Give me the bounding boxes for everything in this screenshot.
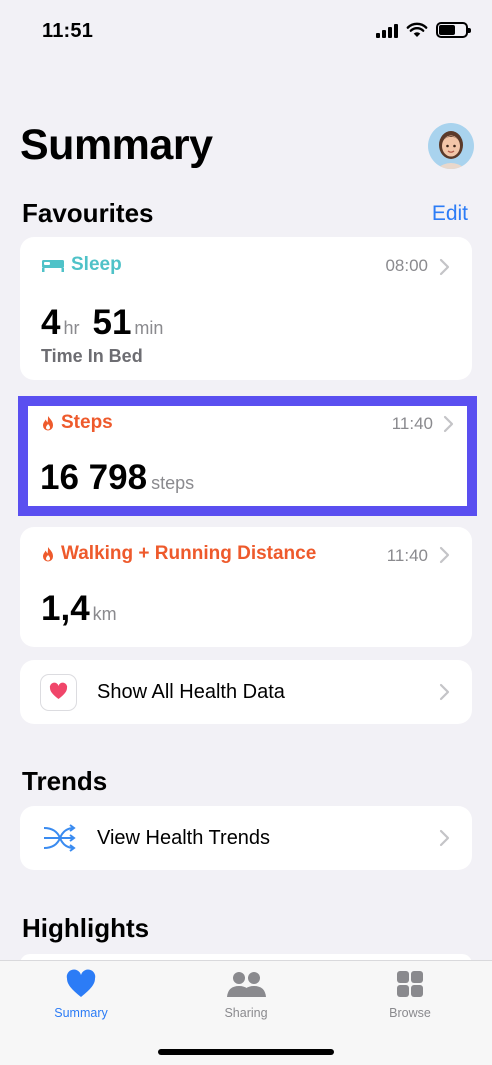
sleep-card[interactable]: Sleep 08:00 4 hr 51 min Time In Bed: [20, 237, 472, 380]
tab-browse[interactable]: Browse: [350, 969, 470, 1020]
trends-icon: [43, 824, 76, 852]
steps-card-title: Steps: [61, 412, 113, 433]
sleep-card-time: 08:00: [385, 256, 428, 275]
sleep-minutes-unit: min: [134, 318, 164, 338]
steps-card[interactable]: Steps 11:40 16 798 steps: [18, 396, 477, 516]
steps-value-row: 16 798 steps: [40, 458, 194, 498]
distance-card-title: Walking + Running Distance: [61, 543, 317, 564]
cellular-signal-icon: [376, 22, 398, 38]
people-icon: [227, 972, 266, 997]
profile-avatar[interactable]: [428, 123, 474, 169]
home-indicator[interactable]: [158, 1049, 334, 1055]
sleep-hours-unit: hr: [63, 318, 80, 338]
sleep-card-header: Sleep: [41, 254, 122, 276]
chevron-right-icon: [439, 258, 450, 276]
show-all-health-data-row[interactable]: Show All Health Data: [20, 660, 472, 724]
sleep-value: 4 hr 51 min: [41, 303, 163, 343]
steps-unit: steps: [151, 473, 195, 493]
favourites-heading: Favourites: [22, 198, 154, 228]
battery-icon: [436, 22, 471, 38]
tab-sharing-label: Sharing: [224, 1006, 268, 1020]
wifi-icon: [406, 22, 428, 37]
distance-card[interactable]: Walking + Running Distance 11:40 1,4 km: [20, 527, 472, 647]
chevron-right-icon: [439, 546, 450, 564]
steps-card-time: 11:40: [391, 414, 433, 433]
status-bar: 11:51: [0, 0, 492, 64]
view-health-trends-label: View Health Trends: [97, 827, 271, 849]
status-icons: [376, 22, 471, 38]
distance-value-row: 1,4 km: [41, 589, 117, 629]
health-app-icon: [40, 674, 77, 711]
tab-summary-label: Summary: [54, 1006, 108, 1020]
sleep-minutes-value: 51: [92, 303, 132, 342]
grid-icon: [397, 971, 423, 997]
chevron-right-icon: [439, 829, 450, 847]
show-all-health-data-label: Show All Health Data: [97, 681, 285, 703]
tab-sharing[interactable]: Sharing: [186, 969, 306, 1020]
distance-card-time: 11:40: [386, 546, 428, 565]
sleep-card-title: Sleep: [71, 254, 122, 275]
steps-value: 16 798: [40, 458, 148, 497]
tab-summary[interactable]: Summary: [21, 969, 141, 1020]
edit-button[interactable]: Edit: [432, 202, 468, 226]
flame-icon: [43, 415, 53, 430]
page-title: Summary: [20, 121, 213, 169]
status-time: 11:51: [42, 20, 94, 42]
distance-card-header: Walking + Running Distance: [41, 543, 316, 565]
highlights-heading: Highlights: [22, 913, 150, 943]
sleep-hours-value: 4: [41, 303, 61, 342]
distance-unit: km: [92, 604, 117, 624]
distance-value: 1,4: [41, 589, 90, 628]
sleep-subtitle: Time In Bed: [41, 346, 143, 366]
trends-heading: Trends: [22, 766, 108, 796]
view-health-trends-row[interactable]: View Health Trends: [20, 806, 472, 870]
tab-browse-label: Browse: [389, 1006, 431, 1020]
chevron-right-icon: [443, 415, 454, 433]
chevron-right-icon: [439, 683, 450, 701]
flame-icon: [43, 546, 53, 561]
heart-icon: [66, 969, 96, 997]
heart-icon: [49, 682, 68, 699]
avatar-icon: [436, 131, 466, 169]
bed-icon: [42, 260, 64, 272]
steps-card-header: Steps: [41, 412, 113, 434]
